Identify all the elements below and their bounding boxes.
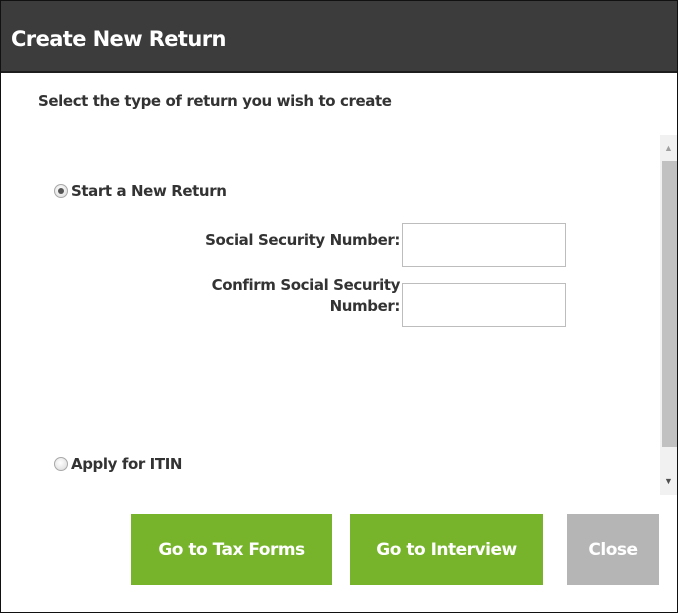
- ssn-input[interactable]: [402, 223, 566, 267]
- apply-itin-option[interactable]: Apply for ITIN: [54, 455, 182, 473]
- close-button[interactable]: Close: [567, 514, 659, 585]
- start-new-return-label: Start a New Return: [71, 182, 227, 200]
- start-new-return-option[interactable]: Start a New Return: [54, 182, 227, 200]
- ssn-label: Social Security Number:: [205, 231, 400, 249]
- go-to-tax-forms-button[interactable]: Go to Tax Forms: [131, 514, 332, 585]
- dialog-subtitle: Select the type of return you wish to cr…: [38, 92, 392, 110]
- apply-itin-radio[interactable]: [54, 457, 68, 471]
- dialog-titlebar: Create New Return: [1, 1, 677, 73]
- create-return-dialog: Create New Return Select the type of ret…: [0, 0, 678, 613]
- go-to-interview-button[interactable]: Go to Interview: [350, 514, 543, 585]
- vertical-scrollbar[interactable]: ▲ ▼: [660, 135, 677, 495]
- confirm-ssn-label: Confirm Social Security Number:: [211, 276, 401, 315]
- scroll-up-arrow-icon[interactable]: ▲: [660, 139, 677, 156]
- dialog-title: Create New Return: [11, 27, 226, 51]
- scrollbar-thumb[interactable]: [662, 161, 677, 447]
- return-options-panel: Start a New Return Social Security Numbe…: [1, 135, 677, 495]
- start-new-return-radio[interactable]: [54, 184, 68, 198]
- confirm-ssn-input[interactable]: [402, 283, 566, 327]
- scroll-down-arrow-icon[interactable]: ▼: [660, 472, 677, 489]
- apply-itin-label: Apply for ITIN: [71, 455, 183, 473]
